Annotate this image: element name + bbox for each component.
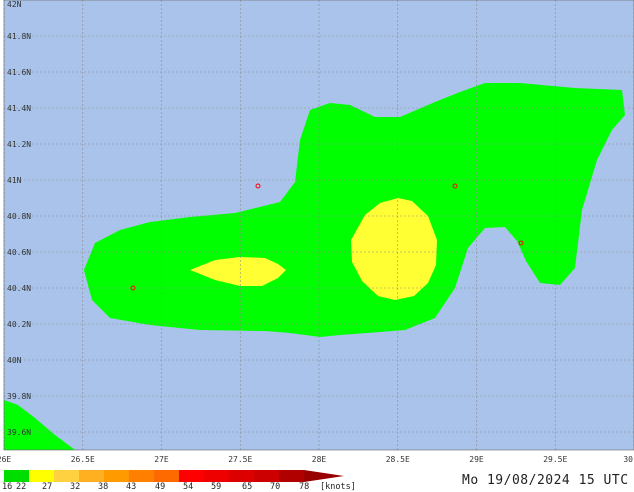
latitude-tick-label: 41.8N (7, 32, 31, 41)
legend-color-swatch (54, 470, 80, 482)
legend-value-label: 27 (42, 482, 53, 492)
legend-color-swatch (229, 470, 255, 482)
legend-color-swatch (254, 470, 280, 482)
legend-value-label: 65 (242, 482, 253, 492)
legend-color-swatch (154, 470, 180, 482)
legend-value-label: 16 (2, 482, 13, 492)
legend-value-label: 70 (270, 482, 281, 492)
latitude-tick-label: 40.8N (7, 212, 31, 221)
longitude-tick-label: 28.5E (386, 455, 410, 464)
legend-value-label: 59 (211, 482, 222, 492)
latitude-tick-label: 41.2N (7, 140, 31, 149)
longitude-tick-label: 30 (623, 455, 633, 464)
legend-color-swatch (104, 470, 130, 482)
longitude-labels: 26E 26.5E 27E 27.5E 28E 28.5E 29E 29.5E 30 (0, 455, 633, 464)
latitude-tick-label: 40.4N (7, 284, 31, 293)
legend-color-swatch (279, 470, 305, 482)
forecast-timestamp: Mo 19/08/2024 15 UTC (462, 473, 629, 488)
longitude-tick-label: 27.5E (228, 455, 252, 464)
latitude-tick-label: 39.6N (7, 428, 31, 437)
latitude-tick-label: 41N (7, 176, 22, 185)
wind-speed-map: 26E 26.5E 27E 27.5E 28E 28.5E 29E 29.5E 30 42N 41… (0, 0, 634, 464)
longitude-tick-label: 29.5E (543, 455, 567, 464)
longitude-tick-label: 26.5E (71, 455, 95, 464)
legend-value-label: [knots] (320, 482, 356, 492)
longitude-tick-label: 27E (154, 455, 169, 464)
legend-value-label: 38 (98, 482, 109, 492)
longitude-tick-label: 28E (312, 455, 327, 464)
latitude-tick-label: 41.4N (7, 104, 31, 113)
latitude-tick-label: 39.8N (7, 392, 31, 401)
legend-value-label: 32 (70, 482, 81, 492)
longitude-tick-label: 26E (0, 455, 11, 464)
latitude-tick-label: 42N (7, 0, 22, 9)
legend-color-swatch (4, 470, 30, 482)
latitude-tick-label: 40N (7, 356, 22, 365)
legend-overflow-arrow (304, 470, 344, 482)
legend-color-swatch (179, 470, 205, 482)
legend-color-swatch (29, 470, 55, 482)
legend-value-label: 49 (155, 482, 166, 492)
legend-color-swatch (79, 470, 105, 482)
legend-color-swatch (204, 470, 230, 482)
latitude-tick-label: 40.6N (7, 248, 31, 257)
legend-value-label: 43 (126, 482, 137, 492)
latitude-tick-label: 41.6N (7, 68, 31, 77)
latitude-tick-label: 40.2N (7, 320, 31, 329)
legend-color-swatch (129, 470, 155, 482)
legend-value-label: 54 (183, 482, 194, 492)
longitude-tick-label: 29E (469, 455, 484, 464)
legend-value-label: 22 (16, 482, 27, 492)
legend-value-label: 78 (299, 482, 310, 492)
